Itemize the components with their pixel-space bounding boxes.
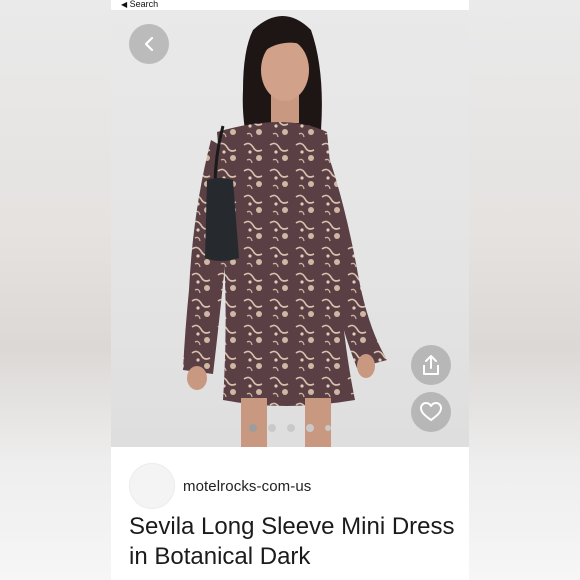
background-blur-left [0, 0, 111, 580]
carousel-dot[interactable] [325, 425, 331, 431]
listing-title: Sevila Long Sleeve Mini Dress in Botanic… [129, 513, 455, 570]
back-button[interactable] [129, 24, 169, 64]
background-blur-right [469, 0, 580, 580]
share-icon [423, 355, 439, 375]
model-image [183, 16, 387, 447]
carousel-dot[interactable] [249, 424, 257, 432]
product-photo[interactable] [111, 10, 469, 447]
carousel-dot[interactable] [287, 424, 295, 432]
seller-name[interactable]: motelrocks-com-us [183, 478, 311, 495]
carousel-dot[interactable] [268, 424, 276, 432]
carousel-indicator [111, 423, 469, 433]
chevron-left-icon [144, 36, 154, 52]
share-button[interactable] [411, 345, 451, 385]
avatar[interactable] [129, 463, 175, 509]
back-triangle-icon[interactable]: ◀ [121, 0, 127, 9]
carousel-dot[interactable] [306, 424, 314, 432]
status-bar: ◀ Search [111, 0, 469, 10]
seller-row[interactable]: motelrocks-com-us [129, 463, 311, 509]
listing-screen: ◀ Search motelrocks-com-us Sevila Long S… [111, 0, 469, 580]
heart-icon [420, 402, 442, 421]
back-to-search-link[interactable]: Search [130, 0, 159, 9]
